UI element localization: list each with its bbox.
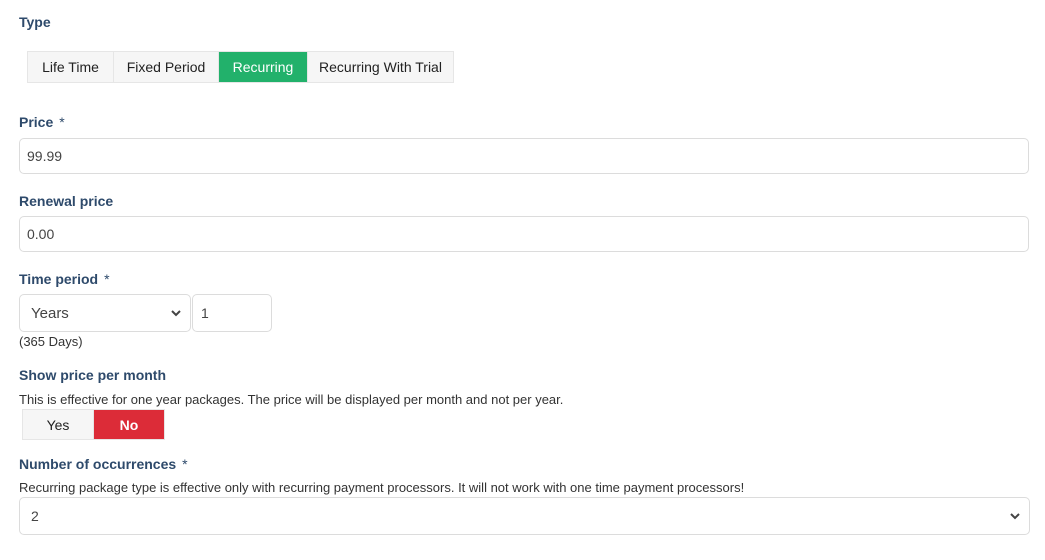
occurrences-select[interactable]: 2 — [19, 497, 1030, 535]
renewal-price-label-text: Renewal price — [19, 193, 114, 209]
renewal-price-label: Renewal price — [19, 193, 113, 209]
show-price-per-month-toggle: Yes No — [22, 409, 165, 440]
occurrences-help: Recurring package type is effective only… — [19, 480, 745, 495]
show-price-per-month-label: Show price per month — [19, 367, 166, 383]
type-option-life-time[interactable]: Life Time — [28, 52, 114, 82]
type-label: Type — [19, 14, 51, 30]
show-price-per-month-help: This is effective for one year packages.… — [19, 392, 564, 407]
occurrences-label: Number of occurrences * — [19, 456, 188, 472]
occurrences-label-text: Number of occurrences — [19, 456, 177, 472]
price-label: Price * — [19, 114, 65, 130]
required-mark: * — [59, 114, 65, 130]
time-period-days-note: (365 Days) — [19, 334, 83, 349]
toggle-option-no[interactable]: No — [94, 410, 164, 439]
type-segmented-control: Life Time Fixed Period Recurring Recurri… — [27, 51, 454, 83]
price-value: 99.99 — [27, 148, 63, 164]
show-price-per-month-label-text: Show price per month — [19, 367, 167, 383]
time-period-unit-value: Years — [31, 304, 69, 322]
chevron-down-icon — [171, 310, 181, 317]
occurrences-value: 2 — [31, 508, 39, 524]
renewal-price-value: 0.00 — [27, 226, 55, 242]
type-option-recurring-with-trial[interactable]: Recurring With Trial — [308, 52, 453, 82]
required-mark: * — [182, 456, 188, 472]
type-option-fixed-period[interactable]: Fixed Period — [114, 52, 219, 82]
type-label-text: Type — [19, 14, 51, 30]
price-label-text: Price — [19, 114, 54, 130]
time-period-label-text: Time period — [19, 271, 99, 287]
renewal-price-input[interactable]: 0.00 — [19, 216, 1029, 252]
time-period-unit-select[interactable]: Years — [19, 294, 191, 332]
type-option-recurring[interactable]: Recurring — [219, 52, 308, 82]
chevron-down-icon — [1010, 513, 1020, 520]
time-period-label: Time period * — [19, 271, 110, 287]
time-period-amount-input[interactable]: 1 — [192, 294, 272, 332]
price-input[interactable]: 99.99 — [19, 138, 1029, 174]
time-period-amount-value: 1 — [201, 305, 209, 321]
required-mark: * — [104, 271, 110, 287]
toggle-option-yes[interactable]: Yes — [23, 410, 94, 439]
